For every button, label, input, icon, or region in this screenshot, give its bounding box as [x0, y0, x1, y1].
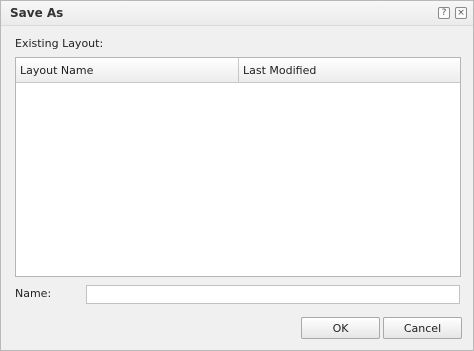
existing-layout-label: Existing Layout:: [15, 37, 104, 50]
name-label: Name:: [15, 287, 52, 300]
help-icon[interactable]: ?: [438, 7, 450, 19]
column-header-last-modified[interactable]: Last Modified: [239, 58, 460, 82]
table-header: Layout Name Last Modified: [16, 58, 460, 83]
cancel-button[interactable]: Cancel: [383, 317, 462, 339]
close-icon[interactable]: ×: [455, 7, 467, 19]
column-header-layout-name[interactable]: Layout Name: [16, 58, 239, 82]
title-bar[interactable]: Save As ? ×: [1, 1, 473, 26]
ok-button[interactable]: OK: [301, 317, 380, 339]
layout-table[interactable]: Layout Name Last Modified: [15, 57, 461, 277]
name-input[interactable]: [86, 285, 460, 304]
dialog-title: Save As: [10, 6, 64, 20]
save-as-dialog: Save As ? × Existing Layout: Layout Name…: [0, 0, 474, 351]
